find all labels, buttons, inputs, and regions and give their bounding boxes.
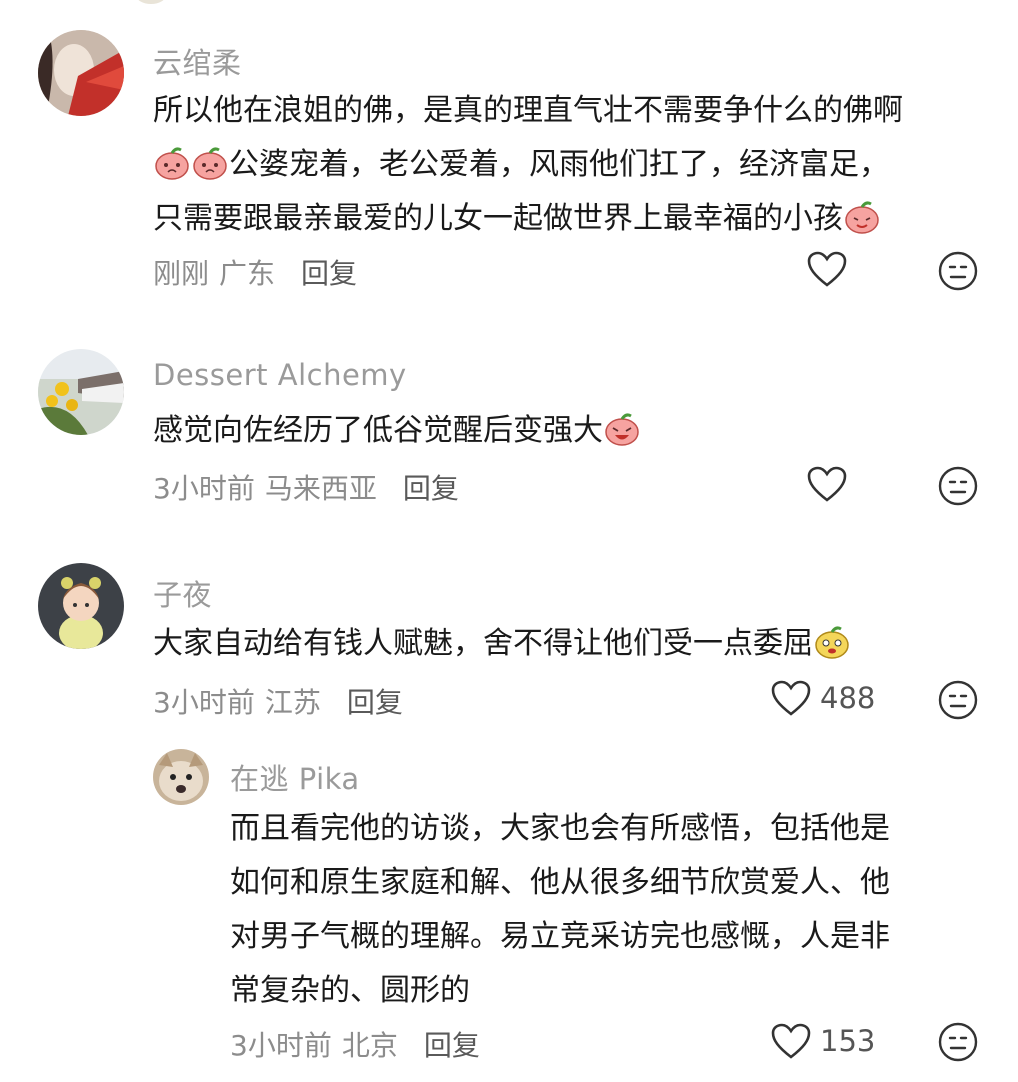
like-button[interactable]: 153	[770, 1022, 875, 1060]
comment-line: 如何和原生家庭和解、他从很多细节欣赏爱人、他	[230, 865, 890, 900]
neutral-face-icon	[938, 680, 978, 720]
neutral-face-icon	[938, 466, 978, 506]
heart-outline-icon	[807, 251, 847, 287]
reply-button[interactable]: 回复	[347, 686, 403, 719]
neutral-face-icon	[938, 251, 978, 291]
comment-text: 所以他在浪姐的佛，是真的理直气壮不需要争什么的佛啊 公婆宠着，老公爱着，风雨他们…	[153, 84, 903, 246]
username[interactable]: 子夜	[153, 572, 212, 614]
comment-text: 而且看完他的访谈，大家也会有所感悟，包括他是 如何和原生家庭和解、他从很多细节欣…	[230, 802, 890, 1018]
avatar-image	[38, 349, 124, 435]
pear-emoji-icon	[814, 625, 850, 659]
comment-line-with-emoji: 感觉向佐经历了低谷觉醒后变强大	[153, 404, 641, 458]
avatar[interactable]	[38, 349, 124, 435]
like-count: 488	[820, 681, 876, 715]
comment-line: 公婆宠着，老公爱着，风雨他们扛了，经济富足，	[229, 147, 889, 182]
username[interactable]: 云绾柔	[153, 40, 242, 82]
comment-meta: 刚刚 广东 回复	[153, 252, 357, 292]
peach-emoji-icon	[192, 146, 228, 180]
avatar[interactable]	[153, 749, 209, 805]
peach-emoji-icon	[844, 200, 880, 234]
neutral-face-icon	[938, 1022, 978, 1062]
reply-button[interactable]: 回复	[301, 257, 357, 290]
previous-comment-fragment	[136, 0, 166, 4]
avatar[interactable]	[38, 30, 124, 116]
comment-line-with-emoji: 只需要跟最亲最爱的儿女一起做世界上最幸福的小孩	[153, 192, 903, 246]
comment-line: 大家自动给有钱人赋魅，舍不得让他们受一点委屈	[153, 626, 813, 661]
reply-button[interactable]: 回复	[424, 1029, 480, 1062]
comment-line: 所以他在浪姐的佛，是真的理直气壮不需要争什么的佛啊	[153, 93, 903, 128]
like-button[interactable]: 488	[770, 679, 875, 717]
comment-line: 只需要跟最亲最爱的儿女一起做世界上最幸福的小孩	[153, 201, 843, 236]
reply-button[interactable]: 回复	[403, 472, 459, 505]
dislike-button[interactable]	[938, 251, 978, 291]
comment-line: 感觉向佐经历了低谷觉醒后变强大	[153, 413, 603, 448]
like-button[interactable]	[806, 465, 848, 503]
timestamp: 刚刚	[153, 257, 210, 290]
heart-outline-icon	[771, 1023, 811, 1059]
username[interactable]: Dessert Alchemy	[153, 358, 407, 392]
comment-meta: 3小时前 马来西亚 回复	[153, 467, 459, 507]
avatar[interactable]	[38, 563, 124, 649]
avatar-image	[38, 30, 124, 116]
like-count: 153	[820, 1024, 876, 1058]
comment-meta: 3小时前 江苏 回复	[153, 681, 403, 721]
comment-line-with-emoji: 大家自动给有钱人赋魅，舍不得让他们受一点委屈	[153, 617, 851, 671]
like-button[interactable]	[806, 250, 848, 288]
heart-outline-icon	[807, 466, 847, 502]
comment-text: 感觉向佐经历了低谷觉醒后变强大	[153, 404, 641, 458]
location: 马来西亚	[264, 472, 377, 505]
dislike-button[interactable]	[938, 1022, 978, 1062]
dislike-button[interactable]	[938, 466, 978, 506]
location: 广东	[219, 257, 276, 290]
avatar-image	[153, 749, 209, 805]
location: 江苏	[264, 686, 321, 719]
comment-line: 常复杂的、圆形的	[230, 973, 470, 1008]
timestamp: 3小时前	[153, 686, 255, 719]
comment-text: 大家自动给有钱人赋魅，舍不得让他们受一点委屈	[153, 617, 851, 671]
timestamp: 3小时前	[153, 472, 255, 505]
comment-line: 对男子气概的理解。易立竞采访完也感慨，人是非	[230, 919, 890, 954]
avatar-image	[38, 563, 124, 649]
peach-emoji-icon	[154, 146, 190, 180]
comment-meta: 3小时前 北京 回复	[230, 1024, 480, 1064]
location: 北京	[341, 1029, 398, 1062]
comment-line: 而且看完他的访谈，大家也会有所感悟，包括他是	[230, 811, 890, 846]
heart-outline-icon	[771, 680, 811, 716]
dislike-button[interactable]	[938, 680, 978, 720]
username[interactable]: 在逃 Pika	[230, 756, 360, 798]
peach-emoji-icon	[604, 412, 640, 446]
comment-line-with-emoji: 公婆宠着，老公爱着，风雨他们扛了，经济富足，	[153, 138, 903, 192]
timestamp: 3小时前	[230, 1029, 332, 1062]
